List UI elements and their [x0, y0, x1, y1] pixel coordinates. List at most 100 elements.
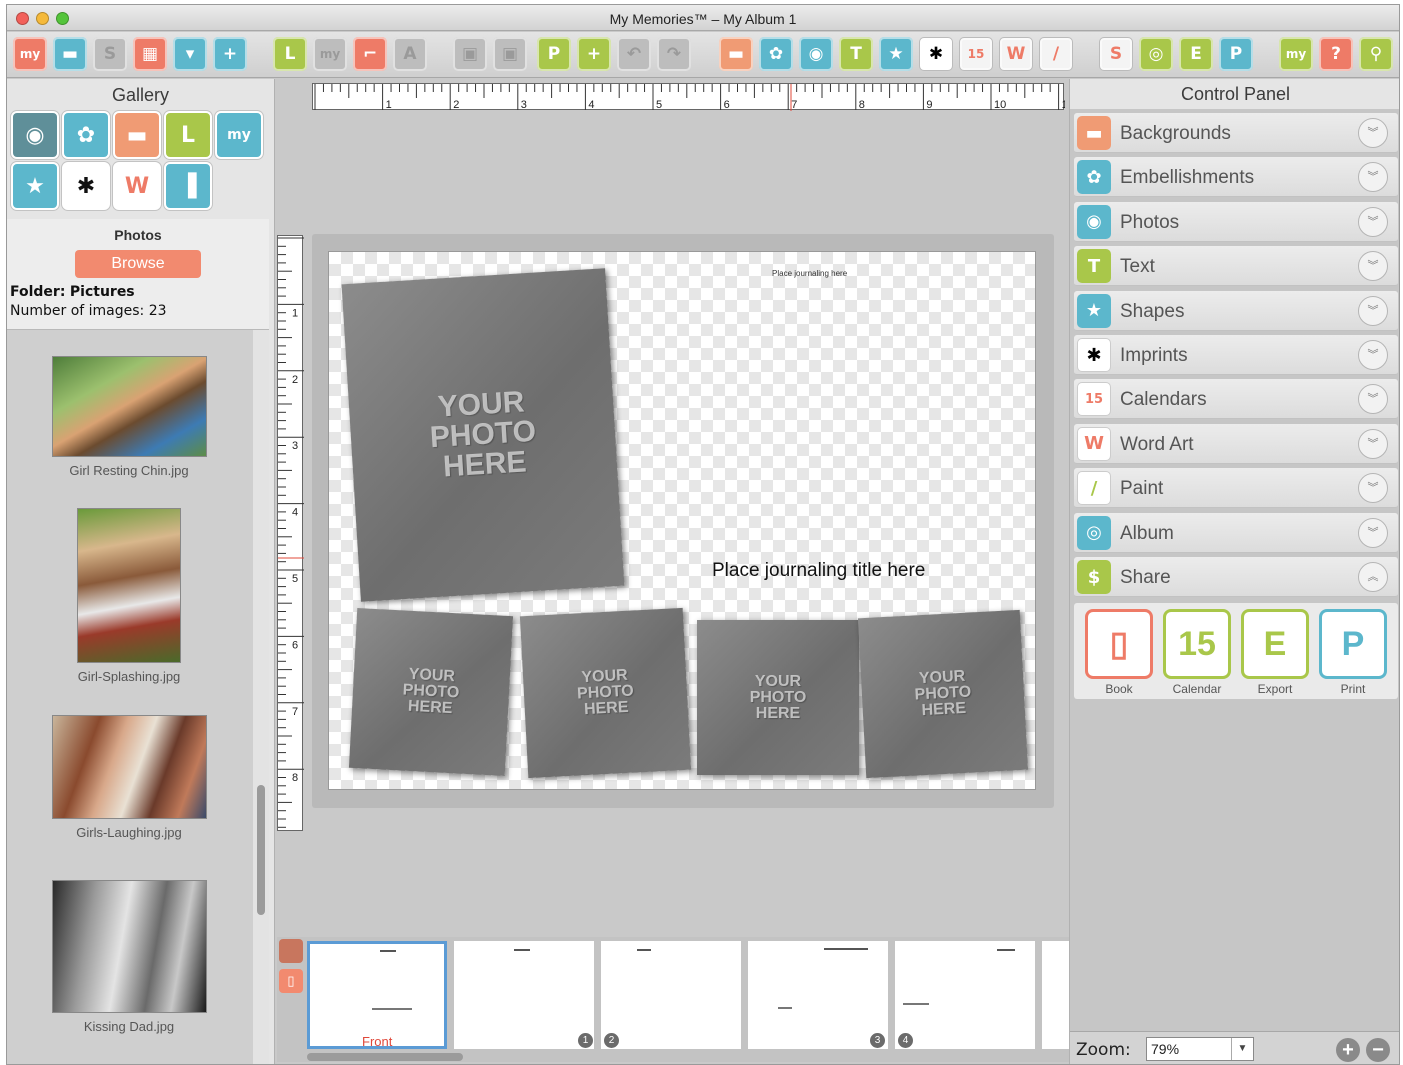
share-s-icon[interactable]: S	[1099, 37, 1133, 71]
chevron-down-icon[interactable]: ︾	[1358, 340, 1388, 370]
layout-l-icon[interactable]: L	[273, 37, 307, 71]
album-page-canvas[interactable]: YOUR PHOTO HERE Place journaling here Plac…	[328, 251, 1036, 790]
export-icon[interactable]: E	[1179, 37, 1213, 71]
page-thumb-1[interactable]: 1	[454, 941, 594, 1049]
cp-section-word-art[interactable]: W Word Art ︾	[1074, 423, 1398, 464]
photo-thumbnail[interactable]	[51, 715, 207, 819]
cp-section-text[interactable]: T Text ︾	[1074, 246, 1398, 287]
page-thumb-4[interactable]: 4	[895, 941, 1035, 1049]
zoom-out-icon[interactable]: −	[1366, 1038, 1390, 1062]
list-item[interactable]: Girl Resting Chin.jpg	[7, 356, 251, 478]
chevron-down-icon[interactable]: ︾	[1358, 384, 1388, 415]
download-icon[interactable]: ▾	[173, 37, 207, 71]
journaling-text[interactable]: Place journaling here	[772, 269, 847, 278]
redo-dim-icon[interactable]: ↷	[657, 37, 691, 71]
cp-section-share[interactable]: $ Share ︽	[1074, 557, 1398, 597]
cp-section-embellishments[interactable]: ✿ Embellishments ︾	[1074, 157, 1398, 198]
undo-dim-icon[interactable]: ↶	[617, 37, 651, 71]
paint-brush-icon[interactable]: /	[1039, 37, 1073, 71]
embellishments-icon[interactable]: ✿	[759, 37, 793, 71]
share-print-button[interactable]: P Print	[1318, 609, 1388, 696]
photo-placeholder-large[interactable]: YOUR PHOTO HERE	[341, 268, 625, 602]
photo-thumbnail[interactable]	[51, 356, 207, 457]
share-export-button[interactable]: E Export	[1240, 609, 1310, 696]
chevron-down-icon[interactable]: ︾	[1358, 251, 1388, 282]
gallery-shapes-icon[interactable]: ★	[11, 162, 59, 210]
photo-placeholder-small-2[interactable]: YOUR PHOTO HERE	[519, 607, 692, 779]
photo-placeholder-small-3[interactable]: YOUR PHOTO HERE	[697, 620, 859, 775]
list-item[interactable]: Kissing Dad.jpg	[7, 880, 251, 1034]
chevron-down-icon[interactable]: ︾	[1358, 162, 1388, 193]
photo-list[interactable]: Girl Resting Chin.jpg Girl-Splashing.jpg…	[7, 329, 269, 1064]
gallery-layouts-icon[interactable]: L	[164, 111, 212, 159]
layout-icon[interactable]: ▦	[133, 37, 167, 71]
zoom-select[interactable]: 79% ▼	[1146, 1037, 1254, 1061]
page-thumb-2[interactable]: 2	[601, 941, 741, 1049]
book-icon[interactable]: ◎	[1139, 37, 1173, 71]
wordart-icon[interactable]: W	[999, 37, 1033, 71]
shapes-star-icon[interactable]: ★	[879, 37, 913, 71]
mycom-dim-icon[interactable]: my	[313, 37, 347, 71]
share-calendar-button[interactable]: 15 Calendar	[1162, 609, 1232, 696]
cp-section-paint[interactable]: / Paint ︾	[1074, 468, 1398, 509]
zoom-in-icon[interactable]: +	[1336, 1038, 1360, 1062]
scrollbar-thumb[interactable]	[257, 785, 265, 915]
copy-dim-icon[interactable]: ▣	[453, 37, 487, 71]
text-t-icon[interactable]: T	[839, 37, 873, 71]
cp-section-album[interactable]: ◎ Album ︾	[1074, 512, 1398, 553]
cp-section-photos[interactable]: ◉ Photos ︾	[1074, 201, 1398, 242]
gallery-imprints-icon[interactable]: ✱	[62, 162, 110, 210]
help-icon[interactable]: ?	[1319, 37, 1353, 71]
add-page-icon[interactable]: +	[213, 37, 247, 71]
butterfly-icon[interactable]: ✱	[919, 37, 953, 71]
folder-icon[interactable]: ▬	[53, 37, 87, 71]
gallery-mycom-icon[interactable]: my	[215, 111, 263, 159]
chevron-down-icon[interactable]: ︾	[1358, 517, 1388, 548]
chevron-down-icon[interactable]: ︾	[1358, 206, 1388, 237]
browse-button[interactable]: Browse	[75, 250, 201, 278]
mycom-logo-icon[interactable]: my	[13, 37, 47, 71]
cp-section-shapes[interactable]: ★ Shapes ︾	[1074, 290, 1398, 331]
gallery-backgrounds-icon[interactable]: ▬	[113, 111, 161, 159]
save-disabled-icon[interactable]: S	[93, 37, 127, 71]
photo-thumbnail[interactable]	[77, 508, 181, 663]
print-icon[interactable]: P	[1219, 37, 1253, 71]
chevron-down-icon[interactable]: ︾	[1358, 118, 1388, 148]
page-thumb-5[interactable]	[1042, 941, 1069, 1049]
page-p-icon[interactable]: P	[537, 37, 571, 71]
page-plus-icon[interactable]: +	[577, 37, 611, 71]
mycom-cloud-icon[interactable]: my	[1279, 37, 1313, 71]
photo-placeholder-small-4[interactable]: YOUR PHOTO HERE	[857, 609, 1029, 779]
calendar-icon[interactable]: 15	[959, 37, 993, 71]
search-icon[interactable]: ⚲	[1359, 37, 1393, 71]
cp-section-backgrounds[interactable]: ▬ Backgrounds ︾	[1074, 113, 1398, 153]
share-book-button[interactable]: ▯ Book	[1084, 609, 1154, 696]
chevron-down-icon[interactable]: ︾	[1358, 473, 1388, 504]
list-item[interactable]: Girls-Laughing.jpg	[7, 715, 251, 840]
page-thumb-front[interactable]: Front	[307, 941, 447, 1049]
text-dim-icon[interactable]: A	[393, 37, 427, 71]
paste-dim-icon[interactable]: ▣	[493, 37, 527, 71]
photo-thumbnail[interactable]	[51, 880, 207, 1013]
photo-placeholder-small-1[interactable]: YOUR PHOTO HERE	[348, 608, 514, 776]
cp-section-calendars[interactable]: 15 Calendars ︾	[1074, 379, 1398, 420]
page-thumb-3[interactable]: 3	[748, 941, 888, 1049]
gallery-photos-icon[interactable]: ◉	[11, 111, 59, 159]
single-page-view-icon[interactable]	[279, 939, 303, 963]
chevron-down-icon[interactable]: ︾	[1358, 428, 1388, 459]
gallery-templates-icon[interactable]: ▐	[164, 162, 212, 210]
list-item[interactable]: Girl-Splashing.jpg	[7, 508, 251, 684]
crop-icon[interactable]: ⌐	[353, 37, 387, 71]
gallery-embellishments-icon[interactable]: ✿	[62, 111, 110, 159]
cp-section-imprints[interactable]: ✱ Imprints ︾	[1074, 335, 1398, 375]
chevron-down-icon[interactable]: ︾	[1358, 295, 1388, 326]
backgrounds-icon[interactable]: ▬	[719, 37, 753, 71]
journaling-title[interactable]: Place journaling title here	[712, 560, 925, 582]
camera-icon[interactable]: ◉	[799, 37, 833, 71]
chevron-down-icon[interactable]: ▼	[1231, 1038, 1253, 1060]
chevron-up-icon[interactable]: ︽	[1358, 562, 1388, 592]
gallery-wordart-icon[interactable]: W	[113, 162, 161, 210]
page-strip-scrollbar[interactable]	[307, 1053, 463, 1061]
spread-view-icon[interactable]: ▯	[279, 969, 303, 993]
photo-list-scrollbar[interactable]	[253, 330, 269, 1064]
